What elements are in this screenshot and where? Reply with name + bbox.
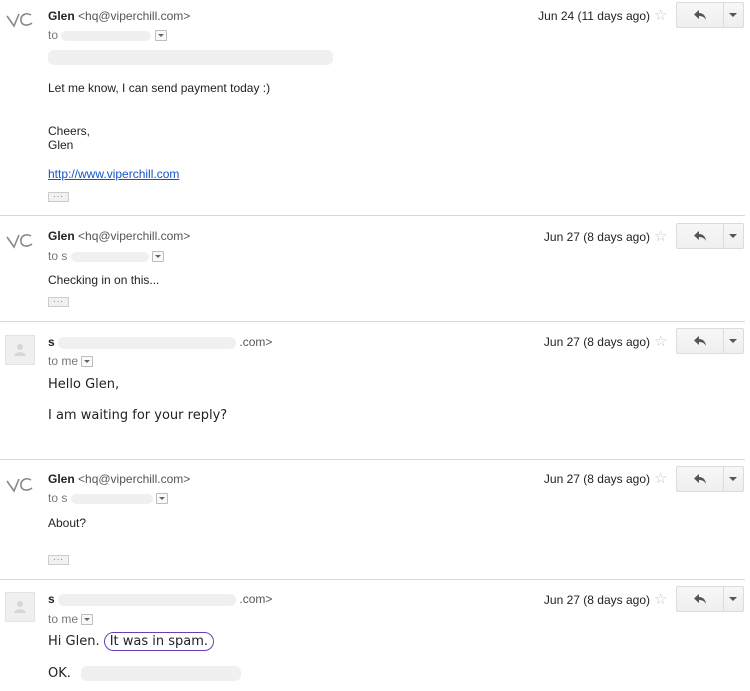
reply-button-group [676,466,744,492]
body-line: Glen [48,138,74,152]
redacted-text [48,50,333,65]
recipient-details-toggle[interactable] [154,30,167,42]
reply-button[interactable] [677,224,724,248]
redacted-email [58,336,237,349]
recipient-details-toggle[interactable] [81,614,94,626]
message-date: Jun 24 (11 days ago) [538,9,650,23]
sender-name: s [48,335,55,349]
more-options-button[interactable] [723,224,743,248]
more-options-button[interactable] [723,587,743,611]
recipient-details-toggle[interactable] [81,356,94,368]
redacted-recipient [70,493,153,504]
reply-button-group [676,223,744,249]
recipient-line: to me [48,612,94,626]
redacted-recipient [61,30,152,41]
sender-name: Glen [48,472,75,486]
recipient-line: to [48,28,167,42]
reply-arrow-icon [694,336,706,346]
message-divider [0,579,745,580]
recipient-details-toggle[interactable] [156,493,169,505]
default-avatar-icon [5,335,35,365]
body-line: Hi Glen. It was in spam. [48,632,215,651]
reply-button-group [676,328,744,354]
reply-button[interactable] [677,329,724,353]
signature-link[interactable]: http://www.viperchill.com [48,167,179,181]
body-line: Let me know, I can send payment today :) [48,81,271,95]
sender-email: <hq@viperchill.com> [78,9,191,23]
sender-line: Glen <hq@viperchill.com> [48,229,190,243]
show-trimmed-content-button[interactable]: ... [48,553,69,565]
recipient-prefix: to s [48,249,68,263]
message-divider [0,459,745,460]
sender-line: s .com> [48,592,272,606]
reply-arrow-icon [694,231,706,241]
star-icon[interactable]: ☆ [654,471,667,486]
reply-button[interactable] [677,587,724,611]
recipient-details-toggle[interactable] [152,251,165,263]
show-trimmed-content-button[interactable]: ... [48,190,69,202]
more-options-button[interactable] [723,3,743,27]
body-line: Cheers, [48,124,91,138]
sender-name: Glen [48,9,75,23]
reply-arrow-icon [694,594,706,604]
body-line: I am waiting for your reply? [48,408,228,423]
body-line: Hello Glen, [48,377,120,392]
message-date: Jun 27 (8 days ago) [543,472,650,486]
redacted-text [81,666,242,681]
sender-line: Glen <hq@viperchill.com> [48,9,190,23]
sender-email: <hq@viperchill.com> [78,472,191,486]
sender-name: s [48,592,55,606]
redacted-email [58,593,237,606]
sender-email-suffix: .com> [239,592,273,606]
star-icon[interactable]: ☆ [654,229,667,244]
recipient-prefix: to me [48,612,79,626]
sender-avatar [5,475,35,505]
recipient-prefix: to me [48,354,79,368]
recipient-line: to s [48,249,165,263]
redacted-recipient [70,251,149,262]
recipient-prefix: to [48,28,59,42]
reply-button-group [676,2,744,28]
sender-name: Glen [48,229,75,243]
reply-button[interactable] [677,3,724,27]
sender-line: s .com> [48,335,272,349]
reply-button[interactable] [677,467,724,491]
message-date: Jun 27 (8 days ago) [543,593,650,607]
default-avatar-icon [5,592,35,622]
sender-email: <hq@viperchill.com> [78,229,191,243]
recipient-line: to me [48,354,94,368]
sender-avatar [5,10,35,40]
reply-arrow-icon [694,474,706,484]
body-line: About? [48,516,87,530]
highlighted-text: It was in spam. [103,632,215,651]
message-divider [0,215,745,216]
reply-arrow-icon [694,10,706,20]
recipient-prefix: to s [48,491,68,505]
more-options-button[interactable] [723,329,743,353]
sender-email-suffix: .com> [239,335,273,349]
sender-line: Glen <hq@viperchill.com> [48,472,190,486]
recipient-line: to s [48,491,169,505]
body-text-ok: OK. [48,666,71,681]
star-icon[interactable]: ☆ [654,592,667,607]
message-date: Jun 27 (8 days ago) [543,230,650,244]
greeting-text: Hi Glen. [48,634,100,649]
message-divider [0,321,745,322]
message-date: Jun 27 (8 days ago) [543,335,650,349]
star-icon[interactable]: ☆ [654,8,667,23]
more-options-button[interactable] [723,467,743,491]
body-line: OK. [48,666,242,681]
star-icon[interactable]: ☆ [654,334,667,349]
show-trimmed-content-button[interactable]: ... [48,295,69,307]
reply-button-group [676,586,744,612]
body-line: Checking in on this... [48,273,160,287]
sender-avatar [5,231,35,261]
